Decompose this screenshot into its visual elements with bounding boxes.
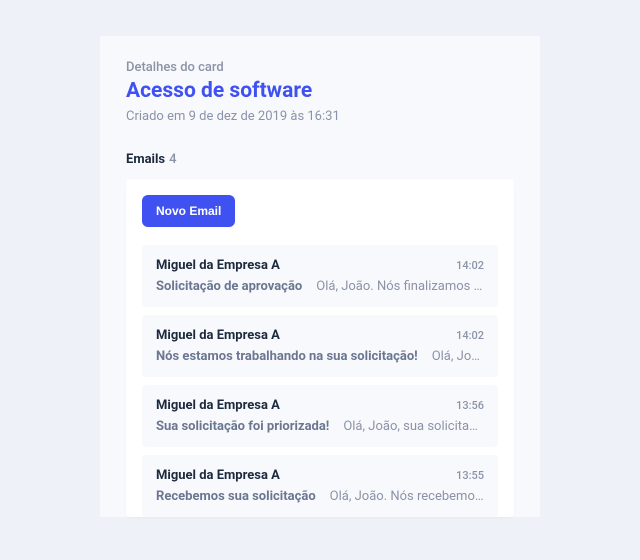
card-title: Acesso de software [126,79,514,103]
email-time: 13:55 [456,469,484,482]
overline-label: Detalhes do card [126,60,514,75]
email-time: 13:56 [456,399,484,412]
emails-count: 4 [169,152,176,167]
email-sender: Miguel da Empresa A [156,398,280,413]
email-subject: Recebemos sua solicitação [156,489,316,504]
email-item[interactable]: Miguel da Empresa A 14:02 Nós estamos tr… [142,315,498,377]
email-sender: Miguel da Empresa A [156,328,280,343]
email-preview: Olá, João. Nós recebemos a... [330,489,484,504]
email-subject: Solicitação de aprovação [156,279,302,294]
app-background: Detalhes do card Acesso de software Cria… [0,0,640,560]
email-preview: Olá, João, sua solicitação... [343,419,484,434]
email-time: 14:02 [456,259,484,272]
email-subject: Nós estamos trabalhando na sua solicitaç… [156,349,418,364]
email-list: Miguel da Empresa A 14:02 Solicitação de… [142,245,498,517]
emails-section-header: Emails 4 [126,152,514,167]
new-email-button[interactable]: Novo Email [142,195,235,227]
email-preview: Olá, João. Nós finalizamos sua... [316,279,484,294]
emails-panel: Novo Email Miguel da Empresa A 14:02 Sol… [126,179,514,517]
email-time: 14:02 [456,329,484,342]
email-sender: Miguel da Empresa A [156,258,280,273]
email-item[interactable]: Miguel da Empresa A 14:02 Solicitação de… [142,245,498,307]
email-subject: Sua solicitação foi priorizada! [156,419,329,434]
email-preview: Olá, João... [432,349,484,364]
card-detail-panel: Detalhes do card Acesso de software Cria… [100,36,540,517]
email-item[interactable]: Miguel da Empresa A 13:56 Sua solicitaçã… [142,385,498,447]
email-sender: Miguel da Empresa A [156,468,280,483]
created-at-text: Criado em 9 de dez de 2019 às 16:31 [126,109,514,124]
emails-label: Emails [126,152,165,167]
email-item[interactable]: Miguel da Empresa A 13:55 Recebemos sua … [142,455,498,517]
